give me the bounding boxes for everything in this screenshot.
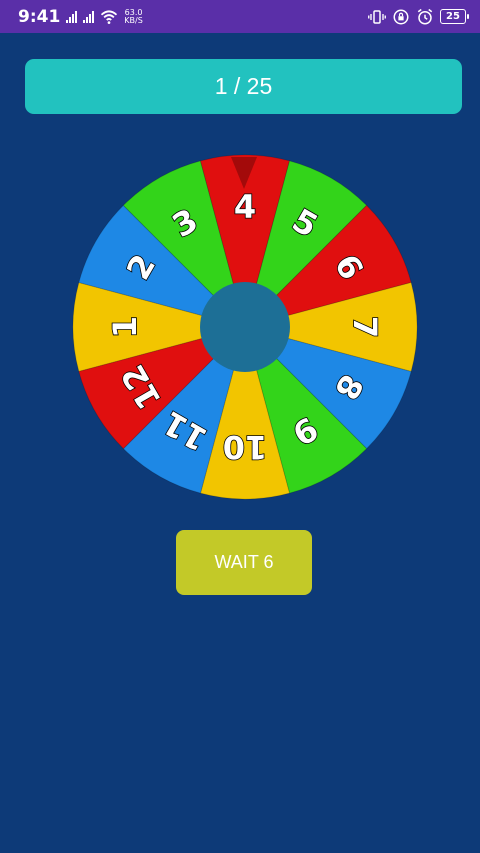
signal-icon: [66, 10, 78, 23]
wheel-label-7: 7: [346, 316, 384, 338]
wait-button-label: WAIT 6: [214, 552, 274, 572]
status-bar: 9:41 63.0 KB/S 25: [0, 0, 480, 33]
battery-icon: 25: [440, 9, 469, 24]
net-speed-unit: KB/S: [124, 15, 143, 25]
wheel-label-4: 4: [234, 188, 256, 226]
status-right: 25: [368, 8, 469, 26]
wheel-pointer: [231, 157, 257, 189]
wheel-hub: [200, 282, 290, 372]
wait-button[interactable]: WAIT 6: [176, 530, 312, 595]
signal-icon: [83, 10, 95, 23]
progress-label: 1 / 25: [214, 73, 273, 99]
alarm-icon: [417, 8, 433, 24]
vibrate-icon: [368, 9, 386, 24]
progress-counter: 1 / 25: [25, 59, 462, 114]
status-time: 9:41: [18, 6, 61, 27]
spin-wheel[interactable]: 123 4 56789101112: [70, 152, 420, 502]
lock-rotation-icon: [393, 9, 409, 24]
wifi-icon: [101, 9, 118, 24]
status-left: 9:41 63.0 KB/S: [18, 7, 143, 27]
net-speed: 63.0 KB/S: [124, 8, 143, 25]
wheel-label-1: 1: [106, 316, 144, 338]
wheel-label-10: 10: [223, 428, 268, 466]
